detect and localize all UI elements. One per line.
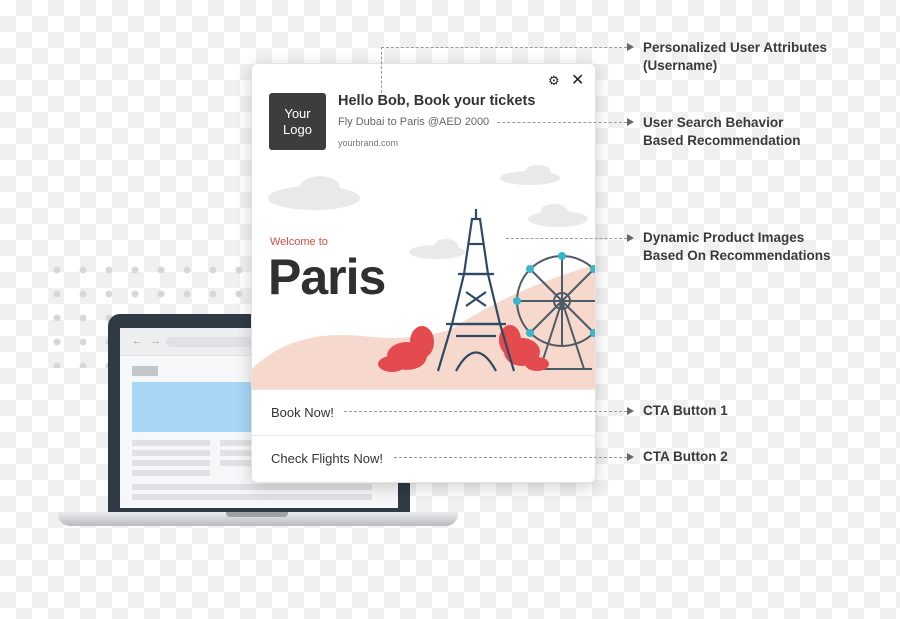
placeholder-line — [132, 440, 210, 446]
cta-button-check-flights[interactable]: Check Flights Now! — [252, 435, 595, 481]
annotation-connector — [394, 457, 627, 458]
placeholder-line — [132, 484, 372, 490]
annotation-line: Based Recommendation — [643, 133, 801, 148]
annotation-cta-1: CTA Button 1 — [643, 402, 728, 420]
brand-logo: Your Logo — [269, 93, 326, 150]
banner-welcome-text: Welcome to — [270, 236, 328, 248]
notification-title: Hello Bob, Book your tickets — [338, 93, 536, 109]
annotation-dynamic-images: Dynamic Product Images Based On Recommen… — [643, 229, 831, 265]
arrow-right-icon — [627, 407, 634, 415]
annotation-connector — [381, 47, 627, 48]
annotation-search-behavior: User Search Behavior Based Recommendatio… — [643, 114, 801, 150]
annotation-connector — [497, 122, 627, 123]
placeholder-chip — [132, 366, 158, 376]
arrow-right-icon — [627, 43, 634, 51]
arrow-right-icon — [627, 118, 634, 126]
close-icon[interactable]: ✕ — [571, 70, 584, 90]
annotation-connector — [381, 47, 382, 93]
annotation-connector — [506, 238, 627, 239]
web-push-notification-card[interactable]: ⚙ ✕ Your Logo Hello Bob, Book your ticke… — [251, 63, 596, 483]
cta-button-label: Check Flights Now! — [271, 451, 383, 466]
placeholder-line — [132, 460, 210, 466]
brand-url[interactable]: yourbrand.com — [338, 138, 398, 148]
gear-icon[interactable]: ⚙ — [548, 73, 560, 89]
logo-text-line1: Your — [284, 105, 311, 121]
annotation-line: CTA Button 2 — [643, 449, 728, 464]
placeholder-line — [132, 494, 372, 500]
arrow-right-icon — [627, 453, 634, 461]
annotation-cta-2: CTA Button 2 — [643, 448, 728, 466]
laptop-notch — [226, 512, 288, 517]
annotation-line: (Username) — [643, 58, 718, 73]
nav-arrows-icon: ← → — [132, 335, 164, 347]
placeholder-line — [132, 450, 210, 456]
annotation-line: Personalized User Attributes — [643, 40, 828, 55]
cta-button-label: Book Now! — [271, 405, 334, 420]
annotation-line: CTA Button 1 — [643, 403, 728, 418]
arrow-right-icon — [627, 234, 634, 242]
cta-button-book-now[interactable]: Book Now! — [252, 389, 595, 435]
annotation-line: Dynamic Product Images — [643, 230, 805, 245]
annotation-connector — [344, 411, 627, 412]
annotation-line: Based On Recommendations — [643, 248, 831, 263]
banner-city-text: Paris — [268, 249, 386, 305]
placeholder-line — [132, 470, 210, 476]
product-banner-image[interactable]: Welcome to Paris — [252, 164, 595, 389]
annotation-line: User Search Behavior — [643, 115, 784, 130]
annotation-personalized-attributes: Personalized User Attributes (Username) — [643, 39, 827, 75]
notification-subtitle: Fly Dubai to Paris @AED 2000 — [338, 116, 490, 128]
logo-text-line2: Logo — [283, 121, 312, 137]
